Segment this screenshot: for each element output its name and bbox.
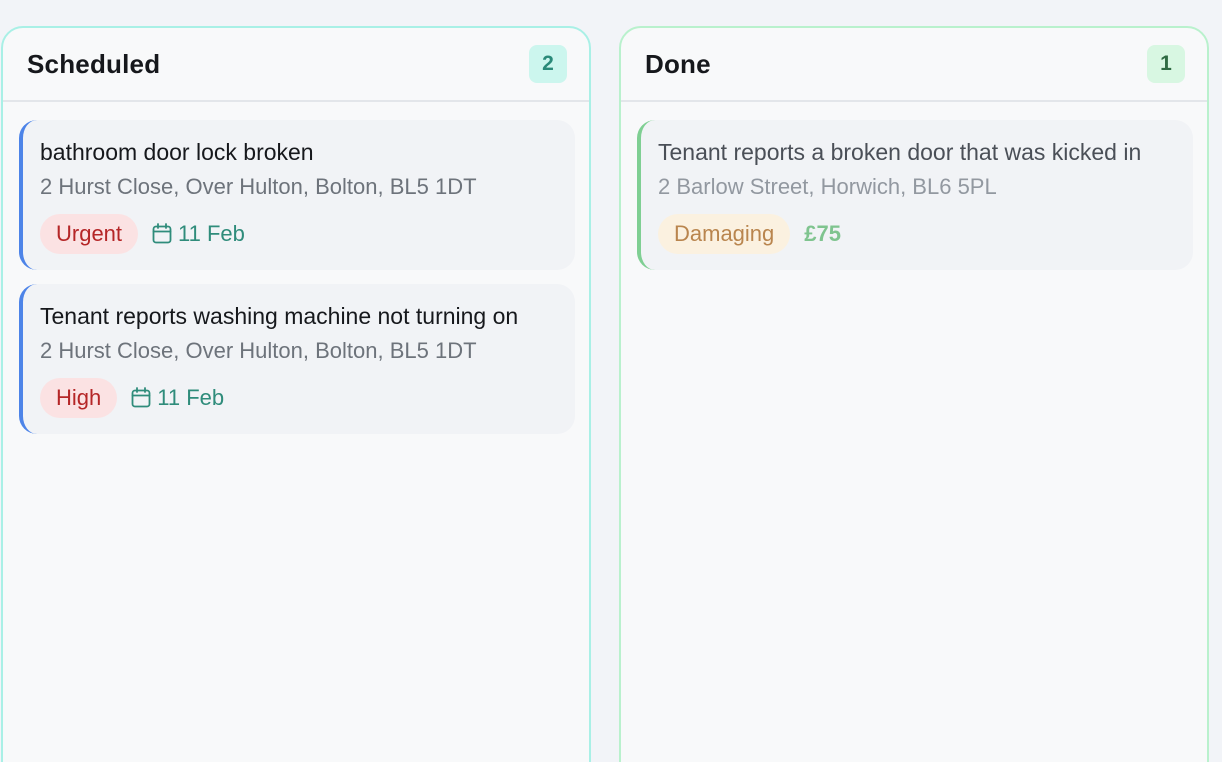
date-text: 11 Feb (157, 385, 225, 410)
scheduled-date: 11 Feb (131, 385, 224, 411)
card-title: bathroom door lock broken (40, 139, 314, 165)
cost-amount: £75 (804, 221, 841, 246)
job-card[interactable]: Tenant reports washing machine not turni… (19, 284, 575, 434)
card-address: 2 Hurst Close, Over Hulton, Bolton, BL5 … (40, 174, 477, 199)
column-header: Done 1 (621, 28, 1207, 102)
card-title: Tenant reports washing machine not turni… (40, 303, 519, 329)
column-title: Done (645, 48, 711, 79)
card-meta: High 11 Feb (40, 378, 557, 418)
date-text: 11 Feb (178, 221, 245, 246)
calendar-icon (131, 387, 151, 408)
column-done: Done 1 Tenant reports a broken door that… (619, 26, 1209, 762)
card-address: 2 Hurst Close, Over Hulton, Bolton, BL5 … (40, 338, 477, 363)
category-tag: Damaging (658, 214, 791, 254)
job-card[interactable]: Tenant reports a broken door that was ki… (637, 120, 1193, 270)
priority-tag: High (40, 378, 118, 418)
card-address: 2 Barlow Street, Horwich, BL6 5PL (658, 174, 997, 199)
column-title: Scheduled (27, 48, 161, 79)
count-badge: 1 (1147, 45, 1185, 83)
card-meta: Damaging £75 (658, 214, 1175, 254)
card-title: Tenant reports a broken door that was ki… (658, 139, 1142, 165)
calendar-icon (152, 223, 172, 244)
column-scheduled: Scheduled 2 bathroom door lock broken 2 … (1, 26, 591, 762)
kanban-board: Scheduled 2 bathroom door lock broken 2 … (0, 0, 1222, 762)
card-meta: Urgent 11 Feb (40, 214, 557, 254)
scheduled-date: 11 Feb (152, 221, 245, 247)
column-header: Scheduled 2 (3, 28, 589, 102)
count-badge: 2 (529, 45, 567, 83)
priority-tag: Urgent (40, 214, 139, 254)
job-card[interactable]: bathroom door lock broken 2 Hurst Close,… (19, 120, 575, 270)
